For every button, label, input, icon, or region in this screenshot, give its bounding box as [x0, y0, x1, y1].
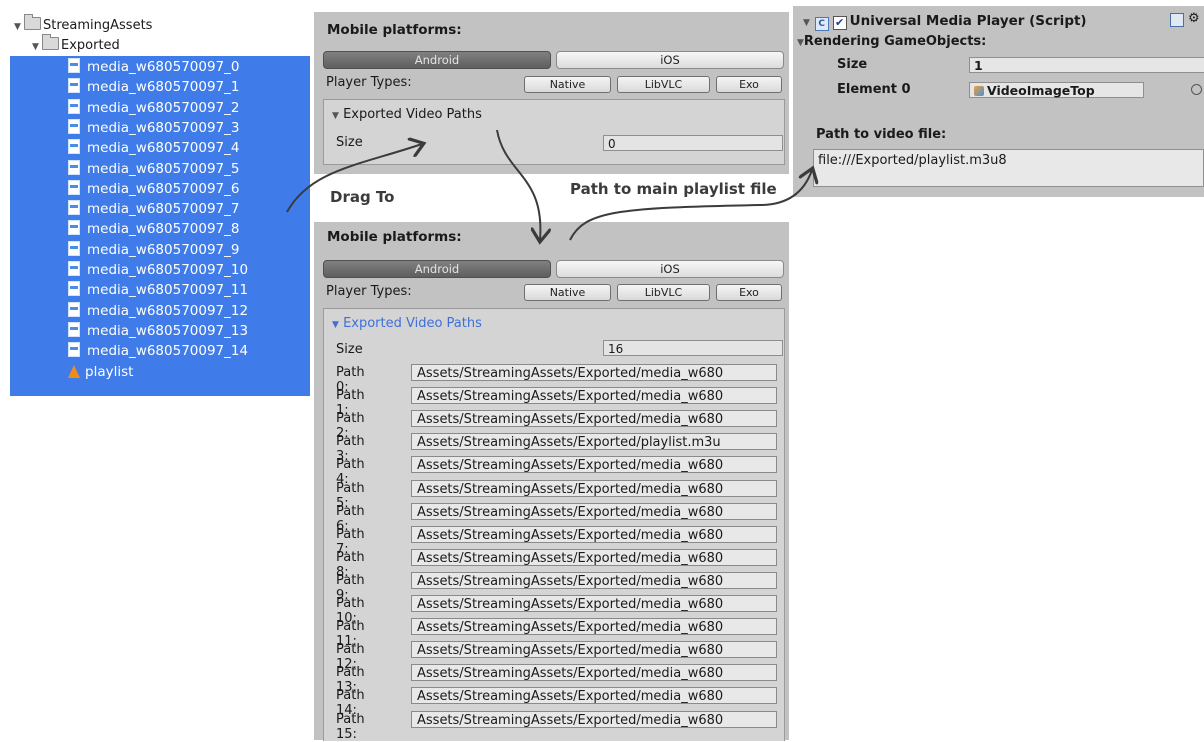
- playlist-arrow: [569, 170, 812, 241]
- result-arrow: [496, 129, 540, 240]
- annotation-arrows: [286, 129, 1204, 740]
- drag-arrow: [286, 144, 422, 213]
